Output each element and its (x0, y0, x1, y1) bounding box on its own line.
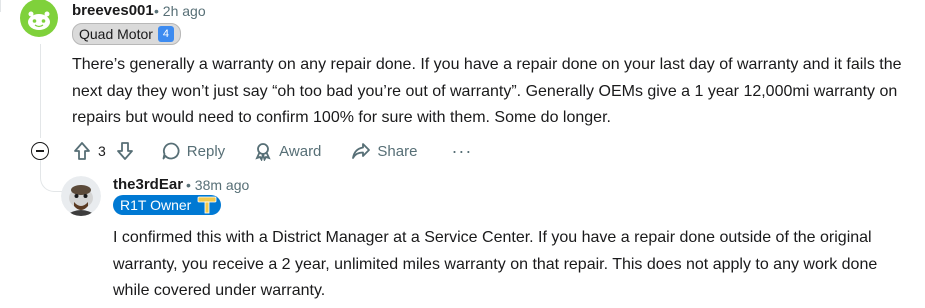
more-options-button[interactable]: ··· (451, 141, 472, 162)
avatar[interactable] (20, 0, 58, 40)
reply-button[interactable]: Reply (161, 141, 225, 161)
parent-thread-line[interactable] (0, 0, 1, 12)
comment-action-bar: 3 Reply Award Share ··· (31, 140, 472, 162)
reply-username[interactable]: the3rdEar (113, 176, 183, 193)
reply-timestamp[interactable]: • 38m ago (186, 177, 249, 193)
user-flair: R1T Owner (113, 195, 222, 215)
upvote-button[interactable] (73, 141, 91, 161)
comment-thread: breeves001 • 2h ago Quad Motor 4 There’s… (0, 0, 925, 308)
award-button[interactable]: Award (253, 141, 321, 161)
reply-label: Reply (186, 142, 226, 160)
comment-username[interactable]: breeves001 (72, 2, 154, 19)
share-button[interactable]: Share (351, 141, 417, 161)
hammer-icon (197, 196, 217, 214)
avatar[interactable] (61, 176, 101, 216)
downvote-button[interactable] (116, 141, 134, 161)
downvote-icon (116, 142, 133, 160)
comment-thread-line[interactable] (40, 44, 41, 138)
flair-label: R1T Owner (120, 197, 192, 213)
reply-thread-connector (40, 160, 62, 192)
share-label: Share (377, 142, 418, 160)
flair-label: Quad Motor (79, 26, 153, 42)
award-label: Award (279, 142, 322, 160)
comment-timestamp[interactable]: • 2h ago (154, 3, 206, 19)
vote-count: 3 (98, 143, 106, 159)
upvote-icon (74, 142, 90, 160)
share-icon (352, 143, 371, 159)
collapse-icon[interactable] (31, 142, 49, 160)
comment-body: There’s generally a warranty on any repa… (72, 56, 902, 126)
award-icon (255, 143, 271, 161)
reply-body: I confirmed this with a District Manager… (113, 229, 878, 299)
4-icon: 4 (157, 26, 174, 42)
user-flair: Quad Motor 4 (72, 23, 181, 45)
comment-bubble-icon (162, 142, 180, 160)
